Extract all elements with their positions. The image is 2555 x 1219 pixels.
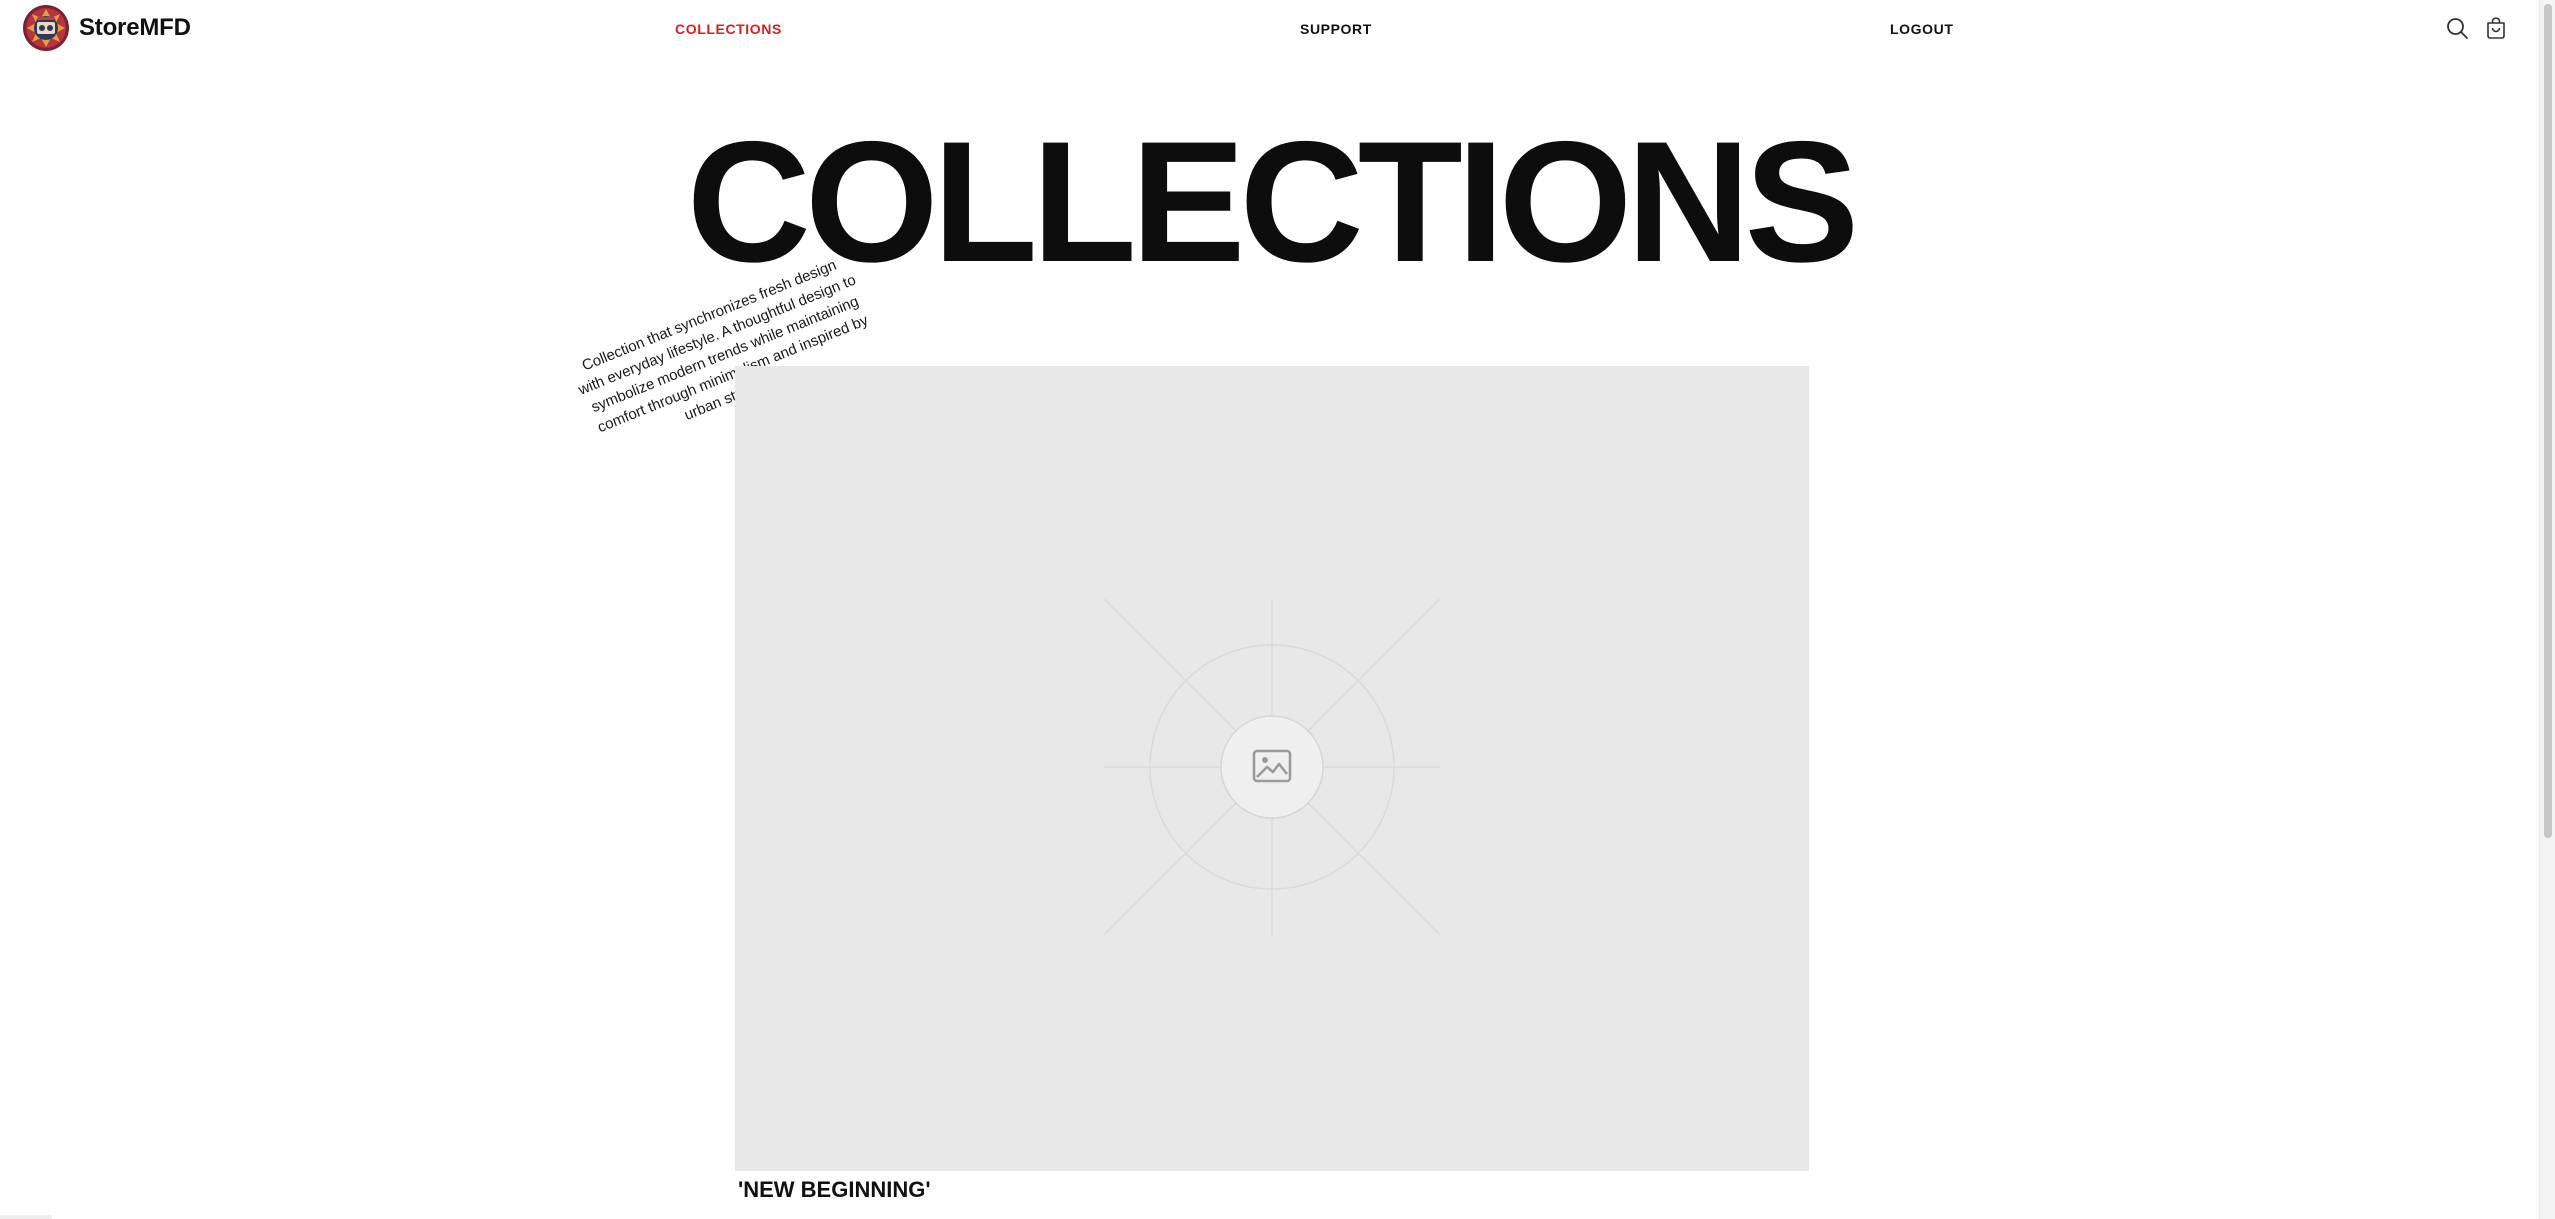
site-header: StoreMFD COLLECTIONS SUPPORT LOGOUT xyxy=(0,0,2540,58)
nav-support[interactable]: SUPPORT xyxy=(1300,20,1372,38)
image-placeholder-icon xyxy=(1104,599,1440,935)
storemfd-logo-icon[interactable] xyxy=(22,4,70,52)
nav-logout[interactable]: LOGOUT xyxy=(1890,20,1953,38)
nav-collections[interactable]: COLLECTIONS xyxy=(675,20,782,38)
scrollbar-thumb[interactable] xyxy=(2544,4,2552,838)
corner-overlay xyxy=(0,1215,52,1219)
page: StoreMFD COLLECTIONS SUPPORT LOGOUT COLL… xyxy=(0,0,2555,1219)
cart-icon[interactable] xyxy=(2484,16,2508,40)
page-title: COLLECTIONS xyxy=(686,106,1860,298)
search-icon[interactable] xyxy=(2445,16,2469,40)
brand-name[interactable]: StoreMFD xyxy=(79,13,191,43)
collection-name[interactable]: 'NEW BEGINNING' xyxy=(738,1176,931,1204)
scrollbar[interactable] xyxy=(2539,0,2555,1219)
collection-image[interactable] xyxy=(735,366,1809,1171)
